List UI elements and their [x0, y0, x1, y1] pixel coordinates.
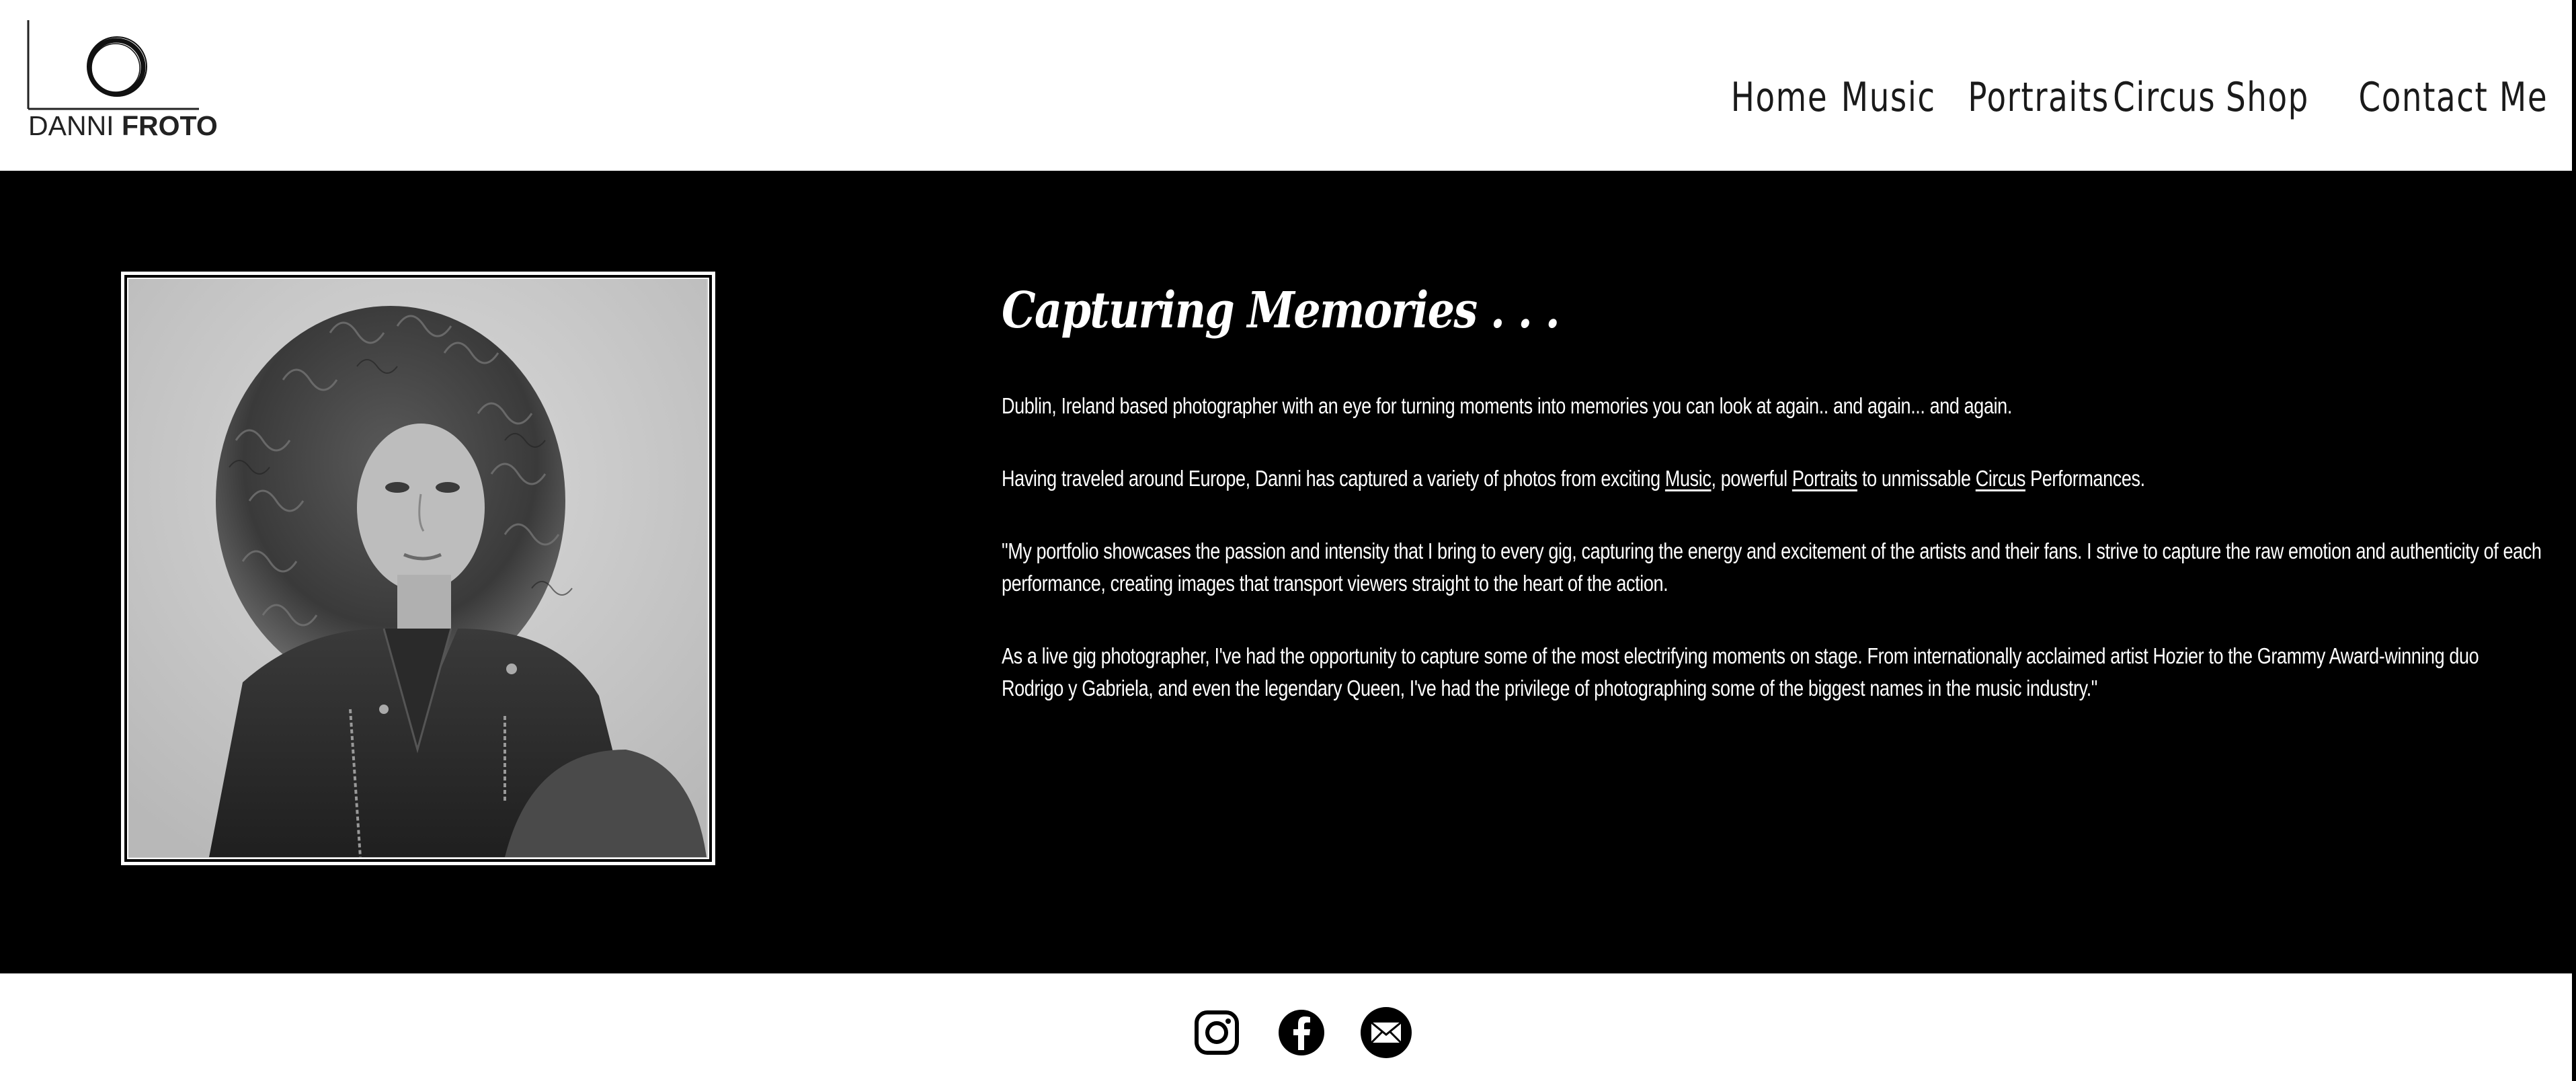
portraits-link[interactable]: Portraits — [1792, 466, 1857, 491]
logo-wordmark: DANNI FROTO — [28, 110, 218, 142]
portrait-photo — [127, 278, 709, 859]
main-nav: Home Music Portraits Circus Shop Contact… — [1703, 74, 2548, 121]
site-footer — [0, 973, 2576, 1081]
p2-text-d: Performances. — [2025, 466, 2145, 491]
logo-mark-icon — [27, 20, 199, 110]
page-edge-divider — [2572, 0, 2576, 171]
social-links — [1190, 1006, 1413, 1059]
facebook-link[interactable] — [1275, 1006, 1328, 1059]
email-link[interactable] — [1359, 1006, 1413, 1059]
nav-shop[interactable]: Shop — [2226, 74, 2309, 121]
nav-home[interactable]: Home — [1731, 74, 1828, 121]
facebook-icon — [1279, 1010, 1324, 1055]
site-header: DANNI FROTO Home Music Portraits Circus … — [0, 0, 2576, 171]
site-logo[interactable]: DANNI FROTO — [27, 20, 218, 145]
intro-paragraph-4: As a live gig photographer, I've had the… — [1002, 643, 2479, 700]
p2-text-c: to unmissable — [1857, 466, 1976, 491]
intro-paragraph-3: "My portfolio showcases the passion and … — [1002, 538, 2542, 596]
logo-text-bold: FROTO — [121, 110, 218, 141]
nav-contact-me[interactable]: Contact Me — [2358, 74, 2548, 121]
logo-text-light: DANNI — [28, 110, 122, 141]
intro-paragraph-2: Having traveled around Europe, Danni has… — [1002, 463, 2545, 495]
circus-link[interactable]: Circus — [1976, 466, 2026, 491]
portrait-illustration — [128, 279, 707, 857]
p2-text-b: , powerful — [1711, 466, 1792, 491]
hero-section: Capturing Memories . . . Dublin, Ireland… — [0, 171, 2576, 973]
nav-circus[interactable]: Circus — [2113, 74, 2216, 121]
intro-copy: Capturing Memories . . . Dublin, Ireland… — [1002, 278, 2548, 745]
page-edge-divider-footer — [2572, 973, 2576, 1081]
nav-music[interactable]: Music — [1841, 74, 1936, 121]
music-link[interactable]: Music — [1665, 466, 1712, 491]
email-icon — [1361, 1007, 1412, 1058]
p2-text-a: Having traveled around Europe, Danni has… — [1002, 466, 1665, 491]
hero-headline: Capturing Memories . . . — [1002, 282, 1560, 339]
nav-portraits[interactable]: Portraits — [1968, 74, 2109, 121]
portrait-frame — [121, 272, 715, 865]
instagram-link[interactable] — [1190, 1006, 1244, 1059]
intro-paragraph-1: Dublin, Ireland based photographer with … — [1002, 393, 2012, 418]
instagram-icon — [1195, 1010, 1239, 1055]
